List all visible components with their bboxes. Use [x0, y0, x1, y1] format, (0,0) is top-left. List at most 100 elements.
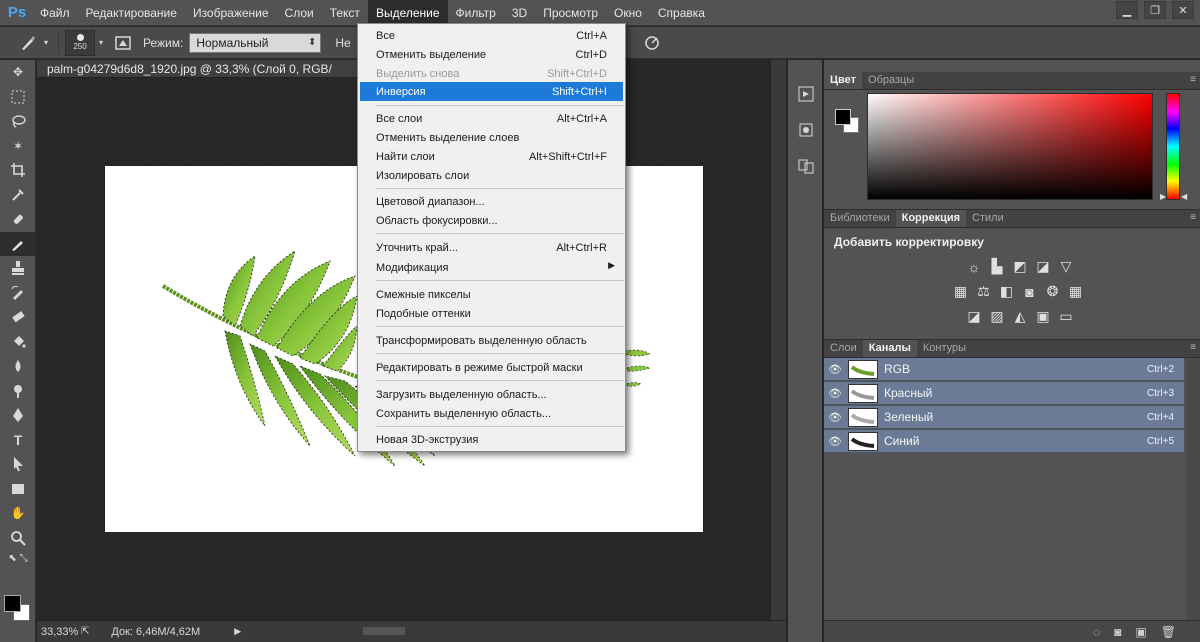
channel-mixer-icon[interactable]: ❂ [1043, 282, 1062, 301]
brush-panel-icon[interactable] [111, 31, 135, 55]
color-balance-icon[interactable]: ⚖ [974, 282, 993, 301]
menu-item-grow[interactable]: Смежные пикселы [360, 285, 623, 304]
status-menu-arrow-icon[interactable]: ▶ [234, 626, 241, 637]
paragraph-panel-icon[interactable] [788, 150, 824, 182]
tab-layers[interactable]: Слои [824, 340, 863, 357]
menu-item-modify[interactable]: Модификация ▶ [360, 258, 623, 277]
menu-layers[interactable]: Слои [277, 0, 322, 26]
rectangle-tool-icon[interactable] [0, 477, 36, 502]
menu-item-reselect[interactable]: Выделить снова Shift+Ctrl+D [360, 64, 623, 83]
panel-menu-icon[interactable]: ≡ [1190, 212, 1196, 223]
path-selection-tool-icon[interactable] [0, 452, 36, 477]
levels-icon[interactable]: ▙ [988, 257, 1007, 276]
history-panel-icon[interactable] [788, 78, 824, 110]
menu-item-isolate-layers[interactable]: Изолировать слои [360, 166, 623, 185]
crop-tool-icon[interactable] [0, 158, 36, 183]
menu-item-color-range[interactable]: Цветовой диапазон... [360, 192, 623, 211]
menu-3d[interactable]: 3D [504, 0, 535, 26]
menu-help[interactable]: Справка [650, 0, 713, 26]
lasso-tool-icon[interactable] [0, 109, 36, 134]
menu-item-3d-extrusion[interactable]: Новая 3D-экструзия [360, 430, 623, 449]
paint-bucket-tool-icon[interactable] [0, 330, 36, 355]
pressure-size-icon[interactable] [640, 31, 664, 55]
chevron-down-icon[interactable]: ▾ [40, 31, 52, 55]
channel-row-green[interactable]: 👁 Зеленый Ctrl+4 [824, 406, 1184, 429]
restore-icon[interactable]: ❐ [1144, 1, 1166, 19]
photo-filter-icon[interactable]: ◙ [1020, 282, 1039, 301]
properties-panel-icon[interactable] [788, 114, 824, 146]
scroll-thumb[interactable] [363, 627, 405, 635]
menu-item-transform-selection[interactable]: Трансформировать выделенную область [360, 331, 623, 350]
zoom-tool-icon[interactable] [0, 526, 36, 551]
channels-scrollbar[interactable] [1186, 358, 1200, 628]
hue-saturation-icon[interactable]: ▦ [951, 282, 970, 301]
menu-item-all-layers[interactable]: Все слои Alt+Ctrl+A [360, 109, 623, 128]
mode-select[interactable]: Нормальный [189, 32, 322, 53]
menu-item-load-selection[interactable]: Загрузить выделенную область... [360, 385, 623, 404]
load-channel-selection-icon[interactable]: ◌ [1093, 625, 1100, 639]
channel-row-rgb[interactable]: 👁 RGB Ctrl+2 [824, 358, 1184, 381]
magic-wand-tool-icon[interactable]: ✶ [0, 134, 36, 159]
menu-item-quick-mask[interactable]: Редактировать в режиме быстрой маски [360, 358, 623, 377]
exposure-icon[interactable]: ◪ [1034, 257, 1053, 276]
menu-filter[interactable]: Фильтр [448, 0, 504, 26]
gradient-map-icon[interactable]: ▭ [1057, 307, 1076, 326]
menu-window[interactable]: Окно [606, 0, 650, 26]
curves-icon[interactable]: ◩ [1011, 257, 1030, 276]
menu-item-find-layers[interactable]: Найти слои Alt+Shift+Ctrl+F [360, 147, 623, 166]
color-picker-field[interactable] [867, 93, 1153, 200]
menu-item-inverse[interactable]: Инверсия Shift+Ctrl+I [360, 82, 623, 101]
healing-brush-tool-icon[interactable] [0, 207, 36, 232]
color-lookup-icon[interactable]: ▦ [1066, 282, 1085, 301]
menu-item-refine-edge[interactable]: Уточнить край... Alt+Ctrl+R [360, 238, 623, 257]
save-selection-mask-icon[interactable]: ◙ [1114, 625, 1121, 639]
visibility-eye-icon[interactable]: 👁 [824, 411, 846, 424]
posterize-icon[interactable]: ▨ [988, 307, 1007, 326]
foreground-color[interactable] [4, 595, 21, 612]
hand-tool-icon[interactable]: ✋ [0, 501, 36, 526]
close-icon[interactable]: ✕ [1172, 1, 1194, 19]
minimize-icon[interactable]: ▁ [1116, 1, 1138, 19]
new-channel-icon[interactable]: ▣ [1135, 625, 1146, 639]
hue-slider[interactable] [1166, 93, 1180, 200]
menu-view[interactable]: Просмотр [535, 0, 606, 26]
pen-tool-icon[interactable] [0, 403, 36, 428]
tab-paths[interactable]: Контуры [917, 340, 972, 357]
visibility-eye-icon[interactable]: 👁 [824, 387, 846, 400]
tab-channels[interactable]: Каналы [862, 340, 917, 357]
channel-row-red[interactable]: 👁 Красный Ctrl+3 [824, 382, 1184, 405]
tab-libraries[interactable]: Библиотеки [824, 210, 896, 227]
menu-edit[interactable]: Редактирование [78, 0, 185, 26]
marquee-tool-icon[interactable] [0, 85, 36, 110]
horizontal-scrollbar[interactable] [327, 625, 777, 639]
menu-item-deselect-layers[interactable]: Отменить выделение слоев [360, 128, 623, 147]
panel-foreground-color[interactable] [835, 109, 851, 125]
menu-type[interactable]: Текст [322, 0, 368, 26]
threshold-icon[interactable]: ◭ [1011, 307, 1030, 326]
history-brush-tool-icon[interactable] [0, 281, 36, 306]
move-tool-icon[interactable]: ✥ [0, 60, 36, 85]
vertical-scrollbar[interactable] [770, 60, 786, 620]
menu-image[interactable]: Изображение [185, 0, 277, 26]
black-white-icon[interactable]: ◧ [997, 282, 1016, 301]
menu-item-deselect[interactable]: Отменить выделение Ctrl+D [360, 45, 623, 64]
zoom-level[interactable]: 33,33% [37, 626, 81, 638]
clone-stamp-tool-icon[interactable] [0, 256, 36, 281]
menu-select[interactable]: Выделение [367, 0, 448, 26]
brush-tool-preset-icon[interactable] [16, 31, 40, 55]
delete-channel-icon[interactable]: 🗑 [1161, 625, 1176, 639]
type-tool-icon[interactable]: T [0, 428, 36, 453]
tab-adjustments[interactable]: Коррекция [895, 210, 967, 227]
app-logo[interactable]: Ps [2, 0, 32, 26]
visibility-eye-icon[interactable]: 👁 [824, 435, 846, 448]
invert-icon[interactable]: ◪ [965, 307, 984, 326]
document-tab[interactable]: palm-g04279d6d8_1920.jpg @ 33,3% (Слой 0… [37, 60, 360, 78]
channel-row-blue[interactable]: 👁 Синий Ctrl+5 [824, 430, 1184, 453]
menu-item-similar[interactable]: Подобные оттенки [360, 304, 623, 323]
selective-color-icon[interactable]: ▣ [1034, 307, 1053, 326]
menu-item-all[interactable]: Все Ctrl+A [360, 26, 623, 45]
swap-colors-icon[interactable]: ⬉ ⤡ [0, 550, 36, 566]
brightness-icon[interactable]: ☼ [965, 257, 984, 276]
menu-item-focus-area[interactable]: Область фокусировки... [360, 211, 623, 230]
vibrance-icon[interactable]: ▽ [1057, 257, 1076, 276]
